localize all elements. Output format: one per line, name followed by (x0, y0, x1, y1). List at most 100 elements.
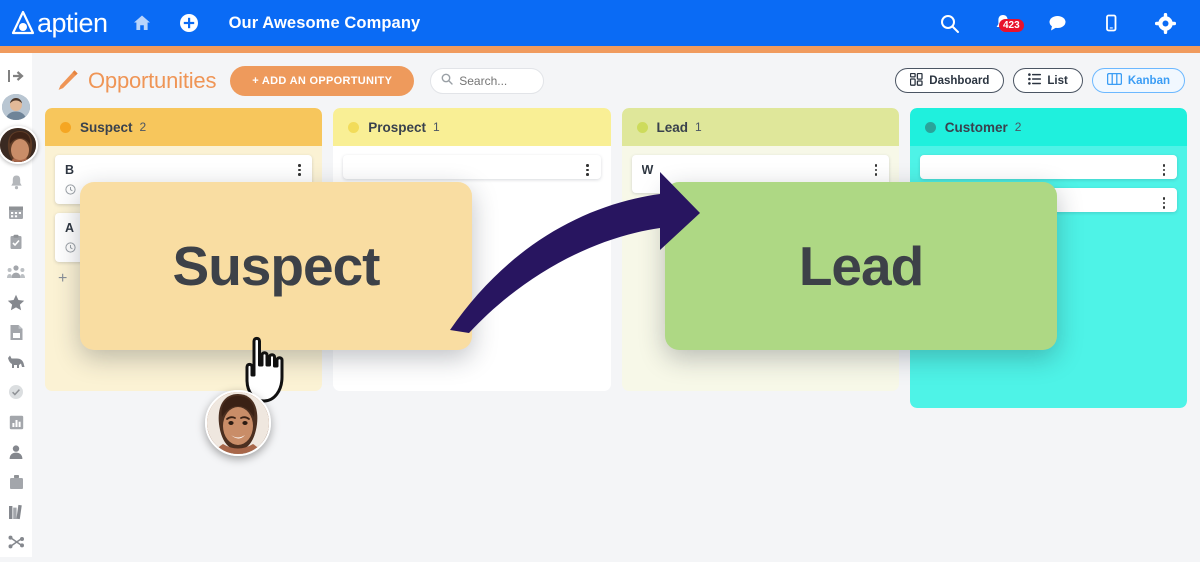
network-icon (8, 535, 24, 549)
add-card-button[interactable]: + (632, 202, 889, 218)
status-dot (924, 121, 936, 133)
dog-icon (8, 355, 25, 368)
add-card-button[interactable]: + (55, 271, 312, 287)
column-body-customer (909, 146, 1187, 408)
kanban-card[interactable] (919, 188, 1177, 212)
view-list-label: List (1047, 74, 1068, 87)
view-dashboard-button[interactable]: Dashboard (895, 68, 1005, 93)
bell-icon (10, 175, 22, 189)
sidebar-item-documents[interactable] (2, 317, 30, 347)
sidebar-item-team[interactable] (2, 257, 30, 287)
briefcase-icon (9, 475, 23, 489)
left-sidebar (0, 53, 38, 557)
columns-icon (1106, 72, 1122, 88)
column-name: Suspect (80, 119, 133, 135)
column-name: Lead (656, 119, 689, 135)
sidebar-item-notifications[interactable] (2, 167, 30, 197)
view-kanban-button[interactable]: Kanban (1091, 68, 1185, 93)
sidebar-item-library[interactable] (2, 497, 30, 527)
app-logo[interactable]: aptien (10, 8, 108, 39)
top-bar-actions: 423 (908, 10, 1178, 36)
sidebar-item-user-avatar-1[interactable] (2, 94, 30, 121)
sidebar-item-tasks[interactable] (2, 227, 30, 257)
view-kanban-label: Kanban (1127, 74, 1170, 87)
chat-bubble-icon[interactable] (1044, 10, 1070, 36)
kanban-board: Suspect 2 B A + Prospect 1 + Lead 1 W + … (32, 108, 1200, 408)
column-header-customer[interactable]: Customer 2 (909, 108, 1187, 146)
home-icon[interactable] (129, 10, 155, 36)
check-circle-icon (9, 385, 23, 399)
sidebar-item-calendar[interactable] (2, 197, 30, 227)
card-menu-button[interactable] (292, 162, 306, 178)
gear-icon[interactable] (1152, 10, 1178, 36)
status-dot (348, 121, 360, 133)
list-icon (1028, 73, 1042, 88)
column-body-lead: W + (621, 146, 899, 391)
grid-icon (910, 72, 923, 89)
view-list-button[interactable]: List (1013, 68, 1083, 93)
pencil-icon (52, 66, 82, 96)
avatar (2, 94, 30, 121)
column-header-lead[interactable]: Lead 1 (621, 108, 899, 146)
search-icon (441, 72, 453, 90)
calendar-icon (9, 206, 23, 219)
card-title: W (641, 163, 654, 177)
bell-icon[interactable]: 423 (990, 10, 1024, 36)
star-icon (7, 294, 25, 310)
kanban-column-lead: Lead 1 W + (621, 108, 899, 408)
mobile-device-icon[interactable] (1098, 10, 1124, 36)
sidebar-item-favorites[interactable] (2, 287, 30, 317)
books-icon (8, 504, 22, 520)
sidebar-item-approvals[interactable] (2, 377, 30, 407)
clock-icon (65, 242, 76, 253)
notification-badge: 423 (999, 19, 1024, 32)
sidebar-item-assets[interactable] (2, 347, 30, 377)
aptien-logo-icon (10, 10, 36, 36)
column-count: 1 (433, 120, 440, 134)
kanban-card[interactable]: W (631, 155, 889, 193)
kanban-column-prospect: Prospect 1 + (333, 108, 611, 408)
main-content: Opportunities + ADD AN OPPORTUNITY Searc… (32, 53, 1200, 557)
bar-chart-icon (9, 415, 23, 429)
column-count: 1 (695, 120, 702, 134)
top-bar: aptien Our Awesome Company 423 (0, 0, 1200, 46)
card-meta (65, 242, 302, 253)
kanban-column-customer: Customer 2 (909, 108, 1187, 408)
clipboard-check-icon (10, 234, 22, 249)
search-icon[interactable] (936, 10, 962, 36)
column-body-prospect: + (333, 146, 611, 391)
arrow-right-bar-icon (8, 70, 24, 82)
card-title: A (65, 221, 75, 235)
card-menu-button[interactable] (292, 220, 306, 236)
search-box[interactable] (430, 67, 545, 94)
sidebar-item-contacts[interactable] (2, 437, 30, 467)
column-header-prospect[interactable]: Prospect 1 (333, 108, 611, 146)
kanban-card[interactable] (919, 155, 1177, 179)
column-header-suspect[interactable]: Suspect 2 (45, 108, 323, 146)
card-menu-button[interactable] (869, 162, 883, 178)
company-name: Our Awesome Company (228, 13, 421, 32)
column-body-suspect: B A + (45, 146, 323, 391)
column-count: 2 (1014, 120, 1022, 134)
sidebar-item-equipment[interactable] (2, 467, 30, 497)
plus-circle-icon[interactable] (176, 10, 202, 36)
document-icon (10, 324, 22, 340)
sidebar-item-reports[interactable] (2, 407, 30, 437)
search-input[interactable] (459, 73, 534, 88)
column-count: 2 (139, 120, 147, 134)
card-menu-button[interactable] (581, 162, 595, 178)
kanban-card[interactable]: A (55, 213, 313, 262)
add-card-button[interactable]: + (343, 188, 600, 204)
card-title: B (65, 163, 75, 177)
status-dot (60, 121, 71, 133)
add-opportunity-button[interactable]: + ADD AN OPPORTUNITY (230, 65, 415, 96)
kanban-card[interactable] (343, 155, 601, 179)
sidebar-item-expand-sidebar[interactable] (2, 61, 30, 91)
card-menu-button[interactable] (1157, 162, 1171, 178)
status-dot (636, 121, 648, 133)
view-toggle-group: Dashboard List Kanban (886, 68, 1185, 93)
accent-strip (0, 46, 1200, 53)
kanban-card[interactable]: B (55, 155, 313, 204)
sidebar-item-workflow[interactable] (2, 527, 30, 557)
card-menu-button[interactable] (1157, 195, 1171, 211)
